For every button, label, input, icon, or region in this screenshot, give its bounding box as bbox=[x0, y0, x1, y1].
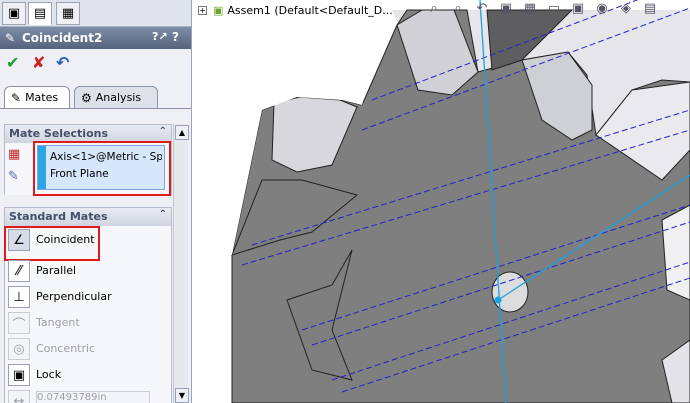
property-manager-title-bar: ✎ Coincident2 ?↗ ? bbox=[0, 27, 191, 49]
tab-analysis-label: Analysis bbox=[95, 91, 142, 104]
standard-mates-header[interactable]: Standard Mates ⌃ bbox=[4, 207, 172, 227]
assembly-icon: ▣ bbox=[213, 3, 224, 17]
panel-tabs: ✎ Mates ⚙ Analysis bbox=[0, 84, 191, 110]
distance-input: 0.07493789in bbox=[36, 391, 150, 403]
collapse-chevron-icon[interactable]: ⌃ bbox=[159, 209, 167, 220]
display-style-icon[interactable]: ▣ bbox=[568, 1, 588, 19]
view-toolbar: ⌕ ⌕ ↶ ▣ ▦ ▭ ▣ ◉ ◈ ▤ bbox=[424, 1, 664, 21]
lock-icon: ▣ bbox=[8, 364, 30, 386]
lock-label: Lock bbox=[36, 368, 62, 381]
parallel-icon: ⁄⁄ bbox=[8, 260, 30, 282]
section-view-icon[interactable]: ▣ bbox=[496, 1, 516, 19]
mate-icon: ✎ bbox=[5, 31, 16, 45]
zoom-to-fit-icon[interactable]: ⌕ bbox=[424, 1, 444, 19]
standard-mates-title: Standard Mates bbox=[9, 210, 108, 223]
parallel-mate-option[interactable]: ⁄⁄ Parallel bbox=[8, 260, 148, 282]
scroll-down-arrow-icon[interactable]: ▼ bbox=[175, 388, 189, 403]
tangent-label: Tangent bbox=[36, 316, 80, 329]
help-icon[interactable]: ? bbox=[172, 30, 179, 44]
action-buttons: ✔ ✘ ↶ bbox=[0, 52, 191, 76]
tab-divider bbox=[0, 108, 191, 109]
distance-icon: ↔ bbox=[8, 390, 30, 403]
feature-manager-tab[interactable]: ▣ bbox=[2, 2, 26, 25]
property-manager-panel: ▣ ▤ ▦ ✎ Coincident2 ?↗ ? ✔ ✘ ↶ ✎ Mates ⚙… bbox=[0, 0, 192, 403]
dynamic-help-icon[interactable]: ?↗ bbox=[152, 30, 168, 43]
panel-scrollbar[interactable]: ▲ ▼ bbox=[173, 124, 189, 403]
scroll-up-arrow-icon[interactable]: ▲ bbox=[175, 125, 189, 140]
perpendicular-icon: ⊥ bbox=[8, 286, 30, 308]
edit-appearance-icon[interactable]: ◈ bbox=[616, 1, 636, 19]
apply-scene-icon[interactable]: ▤ bbox=[640, 1, 660, 19]
concentric-icon: ◎ bbox=[8, 338, 30, 360]
concentric-mate-option: ◎ Concentric bbox=[8, 338, 148, 360]
undo-icon[interactable]: ↶ bbox=[56, 53, 69, 72]
configuration-icon: ▦ bbox=[61, 6, 75, 21]
cancel-x-icon[interactable]: ✘ bbox=[32, 53, 45, 72]
zoom-to-area-icon[interactable]: ⌕ bbox=[448, 1, 468, 19]
page-title: Coincident2 bbox=[22, 31, 103, 45]
multi-mate-icon[interactable]: ✎ bbox=[8, 169, 19, 184]
perpendicular-label: Perpendicular bbox=[36, 290, 112, 303]
graphics-viewport[interactable]: + ▣ Assem1 (Default<Default_D... ⌕ ⌕ ↶ ▣… bbox=[192, 0, 690, 403]
view-orientation-icon[interactable]: ▭ bbox=[544, 1, 564, 19]
analysis-icon: ⚙ bbox=[81, 90, 92, 105]
tab-mates[interactable]: ✎ Mates bbox=[4, 86, 70, 109]
dynamic-annotation-icon[interactable]: ▦ bbox=[520, 1, 540, 19]
tangent-icon: ⌒ bbox=[8, 312, 30, 334]
manager-tabs: ▣ ▤ ▦ bbox=[0, 0, 191, 27]
property-manager-icon: ▤ bbox=[33, 6, 47, 21]
gear-tooth-side bbox=[661, 204, 690, 301]
parallel-label: Parallel bbox=[36, 264, 77, 277]
collapse-chevron-icon[interactable]: ⌃ bbox=[159, 126, 167, 137]
hide-show-items-icon[interactable]: ◉ bbox=[592, 1, 612, 19]
tree-item-assembly[interactable]: Assem1 (Default<Default_D... bbox=[227, 4, 392, 17]
feature-tree-flyout: + ▣ Assem1 (Default<Default_D... bbox=[198, 2, 393, 18]
previous-view-icon[interactable]: ↶ bbox=[472, 1, 492, 19]
expand-icon[interactable]: + bbox=[198, 5, 207, 15]
tab-analysis[interactable]: ⚙ Analysis bbox=[74, 86, 158, 109]
configuration-manager-tab[interactable]: ▦ bbox=[56, 2, 80, 25]
mate-selections-title: Mate Selections bbox=[9, 127, 109, 140]
tangent-mate-option: ⌒ Tangent bbox=[8, 312, 148, 334]
feature-tree-icon: ▣ bbox=[7, 6, 21, 21]
property-manager-tab[interactable]: ▤ bbox=[28, 2, 52, 25]
lock-mate-option[interactable]: ▣ Lock bbox=[8, 364, 148, 386]
highlight-box-selections bbox=[33, 141, 171, 196]
gear-model-render[interactable] bbox=[192, 0, 690, 403]
tab-mates-label: Mates bbox=[25, 91, 59, 104]
mates-icon: ✎ bbox=[11, 90, 22, 105]
perpendicular-mate-option[interactable]: ⊥ Perpendicular bbox=[8, 286, 148, 308]
concentric-label: Concentric bbox=[36, 342, 96, 355]
ok-check-icon[interactable]: ✔ bbox=[6, 53, 19, 72]
axis-point-marker bbox=[494, 296, 502, 304]
entities-to-mate-icon: ▦ bbox=[8, 147, 21, 162]
highlight-box-coincident bbox=[4, 226, 100, 261]
